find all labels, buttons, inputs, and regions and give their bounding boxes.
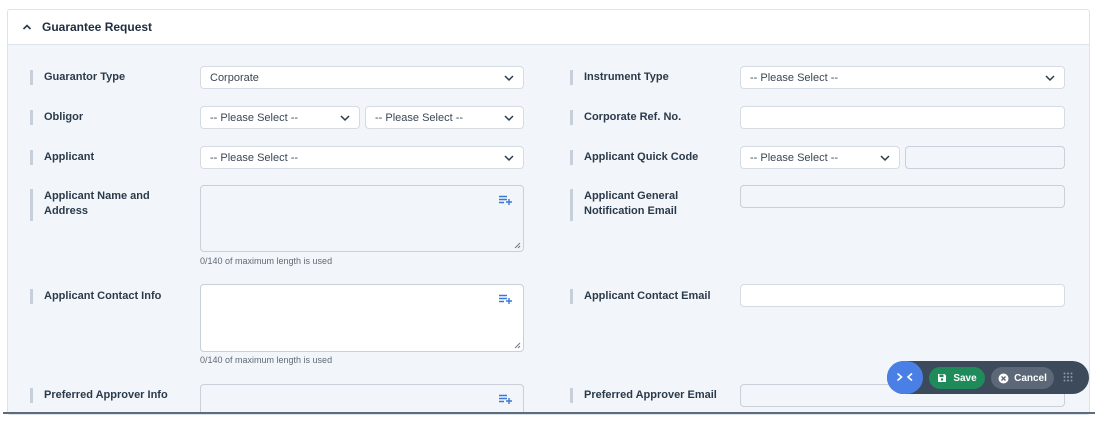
panel-title: Guarantee Request xyxy=(42,20,153,34)
obligor-value-1: -- Please Select -- xyxy=(210,111,299,124)
applicant-contact-email-label: Applicant Contact Email xyxy=(570,289,734,304)
resize-handle-icon[interactable] xyxy=(514,342,521,349)
chevron-down-icon xyxy=(340,114,350,122)
applicant-name-address-hint: 0/140 of maximum length is used xyxy=(200,256,333,266)
guarantor-type-value: Corporate xyxy=(210,71,259,84)
applicant-contact-info-hint: 0/140 of maximum length is used xyxy=(200,355,333,365)
applicant-quick-code-label: Applicant Quick Code xyxy=(570,150,734,165)
bottom-divider xyxy=(3,412,1095,414)
applicant-value: -- Please Select -- xyxy=(210,151,299,164)
applicant-general-notification-email-input xyxy=(740,185,1065,208)
save-label: Save xyxy=(953,372,977,384)
applicant-name-address-textarea[interactable] xyxy=(200,185,524,252)
panel-header[interactable]: Guarantee Request xyxy=(8,10,1089,45)
applicant-quick-code-extra-input xyxy=(905,146,1065,169)
guarantor-type-select[interactable]: Corporate xyxy=(200,66,524,89)
preferred-approver-info-textarea[interactable] xyxy=(200,384,524,412)
applicant-select[interactable]: -- Please Select -- xyxy=(200,146,524,169)
applicant-label: Applicant xyxy=(30,150,174,165)
floppy-disk-icon xyxy=(937,373,947,383)
chevron-down-icon xyxy=(504,74,514,82)
corporate-ref-no-label: Corporate Ref. No. xyxy=(570,110,734,125)
close-circle-icon xyxy=(998,373,1009,384)
add-list-icon[interactable] xyxy=(499,394,513,405)
obligor-select-1[interactable]: -- Please Select -- xyxy=(200,106,360,129)
chevron-down-icon xyxy=(504,154,514,162)
collapse-toggle-button[interactable] xyxy=(887,361,923,394)
obligor-label: Obligor xyxy=(30,110,174,125)
applicant-contact-email-input[interactable] xyxy=(740,284,1065,307)
cancel-label: Cancel xyxy=(1014,372,1047,384)
drag-handle-icon[interactable] xyxy=(1063,372,1073,382)
chevrons-icon xyxy=(896,369,914,387)
applicant-general-notification-email-label: Applicant General Notification Email xyxy=(570,189,704,221)
save-button[interactable]: Save xyxy=(929,367,985,389)
preferred-approver-info-label: Preferred Approver Info xyxy=(30,388,174,403)
chevron-up-icon[interactable] xyxy=(22,22,32,32)
instrument-type-label: Instrument Type xyxy=(570,70,734,85)
instrument-type-value: -- Please Select -- xyxy=(750,71,839,84)
obligor-value-2: -- Please Select -- xyxy=(375,111,464,124)
resize-handle-icon[interactable] xyxy=(514,242,521,249)
instrument-type-select[interactable]: -- Please Select -- xyxy=(740,66,1065,89)
applicant-quick-code-select[interactable]: -- Please Select -- xyxy=(740,146,900,169)
add-list-icon[interactable] xyxy=(499,195,513,206)
guarantor-type-label: Guarantor Type xyxy=(30,70,174,85)
cancel-button[interactable]: Cancel xyxy=(991,367,1054,389)
applicant-quick-code-value: -- Please Select -- xyxy=(750,151,839,164)
chevron-down-icon xyxy=(1045,74,1055,82)
obligor-select-2[interactable]: -- Please Select -- xyxy=(365,106,524,129)
corporate-ref-no-input[interactable] xyxy=(740,106,1065,129)
applicant-name-address-label: Applicant Name and Address xyxy=(30,189,164,221)
chevron-down-icon xyxy=(880,154,890,162)
applicant-contact-info-label: Applicant Contact Info xyxy=(30,289,174,304)
chevron-down-icon xyxy=(504,114,514,122)
applicant-contact-info-textarea[interactable] xyxy=(200,284,524,352)
preferred-approver-email-label: Preferred Approver Email xyxy=(570,388,734,403)
add-list-icon[interactable] xyxy=(499,294,513,305)
